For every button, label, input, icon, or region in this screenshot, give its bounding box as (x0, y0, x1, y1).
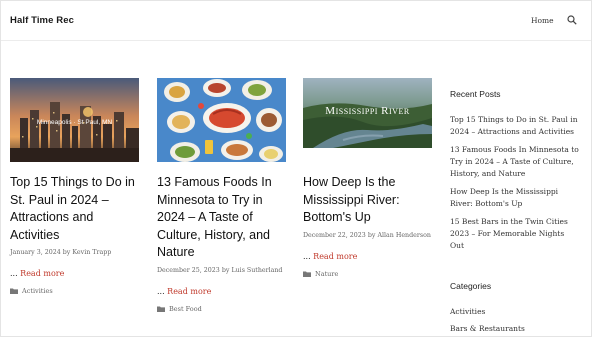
category-item[interactable]: Bars & Restaurants (450, 323, 525, 334)
post-title[interactable]: How Deep Is the Mississippi River: Botto… (303, 174, 433, 227)
post-card: Minneapolis · St Paul, MN Top 15 Things … (10, 78, 140, 295)
read-more-ellipsis: ... (10, 269, 21, 278)
category-link[interactable]: Activities (22, 287, 53, 295)
folder-icon (10, 288, 18, 294)
post-date: December 25, 2023 (157, 266, 220, 274)
post-date: January 3, 2024 (10, 249, 61, 256)
search-icon[interactable] (567, 15, 577, 25)
post-category: Best Food (157, 305, 287, 313)
category-link[interactable]: Nature (315, 270, 338, 278)
thumbnail-caption: Minneapolis · St Paul, MN (37, 119, 112, 126)
post-card: Mississippi River How Deep Is the Missis… (303, 78, 433, 278)
recent-posts-heading: Recent Posts (450, 89, 501, 99)
post-category: Nature (303, 270, 433, 278)
read-more-link[interactable]: Read more (20, 269, 64, 278)
folder-icon (157, 306, 165, 312)
recent-post-link[interactable]: How Deep Is the Mississippi River: Botto… (450, 186, 580, 210)
post-meta: January 3, 2024 by Kevin Trapp (10, 248, 140, 257)
categories-heading: Categories (450, 281, 492, 291)
nav-home-link[interactable]: Home (531, 16, 554, 25)
post-by: by (221, 266, 230, 274)
category-link[interactable]: Best Food (169, 305, 202, 313)
recent-posts-list: Top 15 Things to Do in St. Paul in 2024 … (450, 114, 580, 252)
read-more-ellipsis: ... (303, 251, 314, 261)
post-title[interactable]: 13 Famous Foods In Minnesota to Try in 2… (157, 174, 287, 262)
post-category: Activities (10, 287, 140, 295)
read-more-row: ... Read more (10, 269, 140, 278)
folder-icon (303, 271, 311, 277)
post-date: December 22, 2023 (303, 231, 366, 239)
read-more-link[interactable]: Read more (167, 287, 211, 296)
post-card: 13 Famous Foods In Minnesota to Try in 2… (157, 78, 287, 313)
read-more-ellipsis: ... (157, 286, 168, 296)
category-item[interactable]: Activities (450, 306, 525, 317)
site-header: Half Time Rec Home (1, 1, 591, 41)
categories-list: Activities Bars & Restaurants (450, 306, 525, 336)
thumbnail-caption: Mississippi River (325, 105, 410, 117)
post-thumbnail[interactable]: Mississippi River (303, 78, 432, 162)
recent-post-link[interactable]: 15 Best Bars in the Twin Cities 2023 – F… (450, 216, 580, 252)
post-meta: December 25, 2023 by Luis Sutherland (157, 266, 287, 275)
post-by: by (367, 231, 376, 239)
page: Half Time Rec Home Minneapolis · St Paul… (0, 0, 592, 337)
post-author[interactable]: Luis Sutherland (231, 267, 282, 274)
recent-post-link[interactable]: 13 Famous Foods In Minnesota to Try in 2… (450, 144, 580, 180)
post-meta: December 22, 2023 by Allan Henderson (303, 231, 433, 240)
sidebar-recent-posts: Recent Posts Top 15 Things to Do in St. … (450, 89, 580, 258)
post-thumbnail[interactable] (157, 78, 286, 162)
read-more-row: ... Read more (157, 287, 287, 296)
recent-post-link[interactable]: Top 15 Things to Do in St. Paul in 2024 … (450, 114, 580, 138)
post-thumbnail[interactable]: Minneapolis · St Paul, MN (10, 78, 139, 162)
site-title[interactable]: Half Time Rec (10, 15, 74, 26)
post-author[interactable]: Kevin Trapp (72, 249, 111, 256)
read-more-row: ... Read more (303, 252, 433, 261)
post-author[interactable]: Allan Henderson (377, 232, 431, 239)
read-more-link[interactable]: Read more (313, 252, 357, 261)
post-title[interactable]: Top 15 Things to Do in St. Paul in 2024 … (10, 174, 140, 244)
post-by: by (62, 249, 71, 256)
